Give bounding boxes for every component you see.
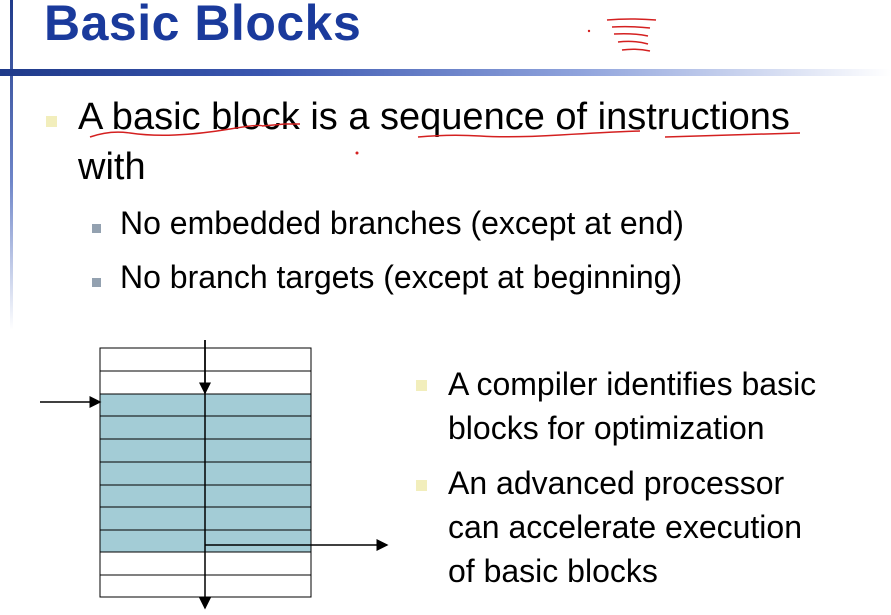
ink-scribble-line [613,33,649,37]
ink-scribble-line [617,40,649,45]
underline-basic-block [89,124,263,138]
ink-dot [355,151,359,155]
ink-scribble-line [621,48,651,52]
underline-basic-block-tail [261,123,300,127]
ink-annotations [89,18,801,155]
underline-sequence-of [417,130,641,138]
underline-instructions [664,132,801,138]
ink-dot [587,29,591,33]
ink-scribble-line [611,25,651,29]
ink-scribble-line [606,18,657,21]
